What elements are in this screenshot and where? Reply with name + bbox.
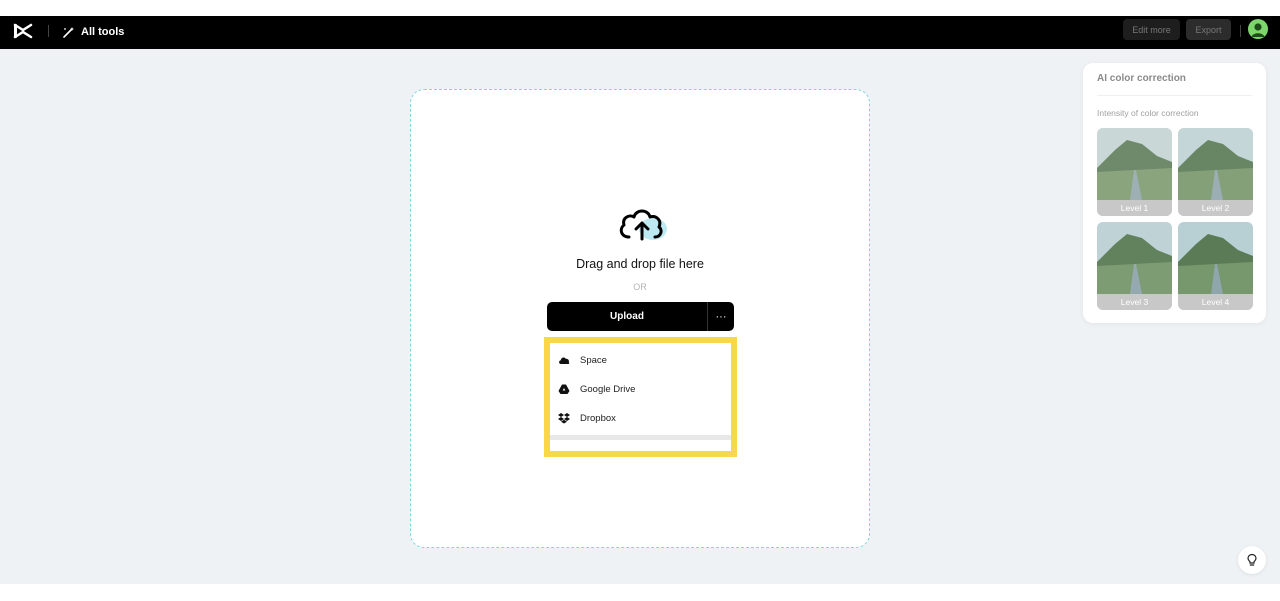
- level-label: Level 2: [1178, 200, 1253, 216]
- upload-button-group: Upload ···: [547, 302, 734, 331]
- level-label: Level 1: [1097, 200, 1172, 216]
- export-button[interactable]: Export: [1186, 19, 1231, 40]
- more-upload-options-button[interactable]: ···: [707, 302, 734, 331]
- cloud-upload-icon: [619, 209, 667, 241]
- header-divider: [48, 25, 49, 37]
- upload-source-menu: Space Google Drive Dropbox: [544, 337, 737, 457]
- landscape-thumbnail-image: [1178, 128, 1253, 200]
- level-label: Level 3: [1097, 294, 1172, 310]
- lightbulb-icon: [1247, 553, 1257, 566]
- cloud-icon: [559, 357, 570, 364]
- magic-wand-icon: [63, 26, 74, 38]
- ai-color-correction-panel: AI color correction Intensity of color c…: [1083, 63, 1266, 323]
- upload-button[interactable]: Upload: [547, 302, 707, 331]
- landscape-thumbnail-image: [1097, 222, 1172, 294]
- panel-title: AI color correction: [1097, 73, 1186, 84]
- top-gap: [0, 0, 1280, 16]
- all-tools-button[interactable]: All tools: [62, 22, 124, 42]
- menu-item-space[interactable]: Space: [558, 349, 718, 371]
- dropbox-icon: [558, 413, 570, 424]
- header-divider-right: [1240, 25, 1241, 37]
- level-2-thumbnail[interactable]: Level 2: [1178, 128, 1253, 216]
- menu-item-dropbox[interactable]: Dropbox: [558, 407, 718, 429]
- all-tools-label: All tools: [81, 26, 125, 38]
- top-bar: All tools Edit more Export: [0, 16, 1280, 49]
- landscape-thumbnail-image: [1178, 222, 1253, 294]
- upload-dropzone[interactable]: Drag and drop file here OR Upload ··· Sp…: [410, 89, 870, 548]
- menu-item-google-drive[interactable]: Google Drive: [558, 378, 718, 400]
- level-4-thumbnail[interactable]: Level 4: [1178, 222, 1253, 310]
- level-label: Level 4: [1178, 294, 1253, 310]
- menu-scroll-area: [550, 435, 731, 440]
- panel-divider: [1097, 95, 1252, 96]
- capcut-logo-icon[interactable]: [13, 21, 33, 41]
- panel-subtitle: Intensity of color correction: [1097, 108, 1199, 118]
- google-drive-icon: [558, 384, 570, 394]
- workspace: Drag and drop file here OR Upload ··· Sp…: [0, 49, 1280, 584]
- bottom-gap: [0, 584, 1280, 601]
- edit-more-button[interactable]: Edit more: [1123, 19, 1180, 40]
- or-text: OR: [633, 282, 647, 292]
- tips-button[interactable]: [1238, 546, 1266, 574]
- level-3-thumbnail[interactable]: Level 3: [1097, 222, 1172, 310]
- level-1-thumbnail[interactable]: Level 1: [1097, 128, 1172, 216]
- drag-drop-text: Drag and drop file here: [576, 257, 704, 271]
- avatar[interactable]: [1248, 19, 1268, 39]
- menu-item-label: Google Drive: [580, 383, 636, 395]
- landscape-thumbnail-image: [1097, 128, 1172, 200]
- menu-item-label: Space: [580, 354, 607, 366]
- menu-item-label: Dropbox: [580, 412, 616, 424]
- user-icon: [1251, 23, 1265, 37]
